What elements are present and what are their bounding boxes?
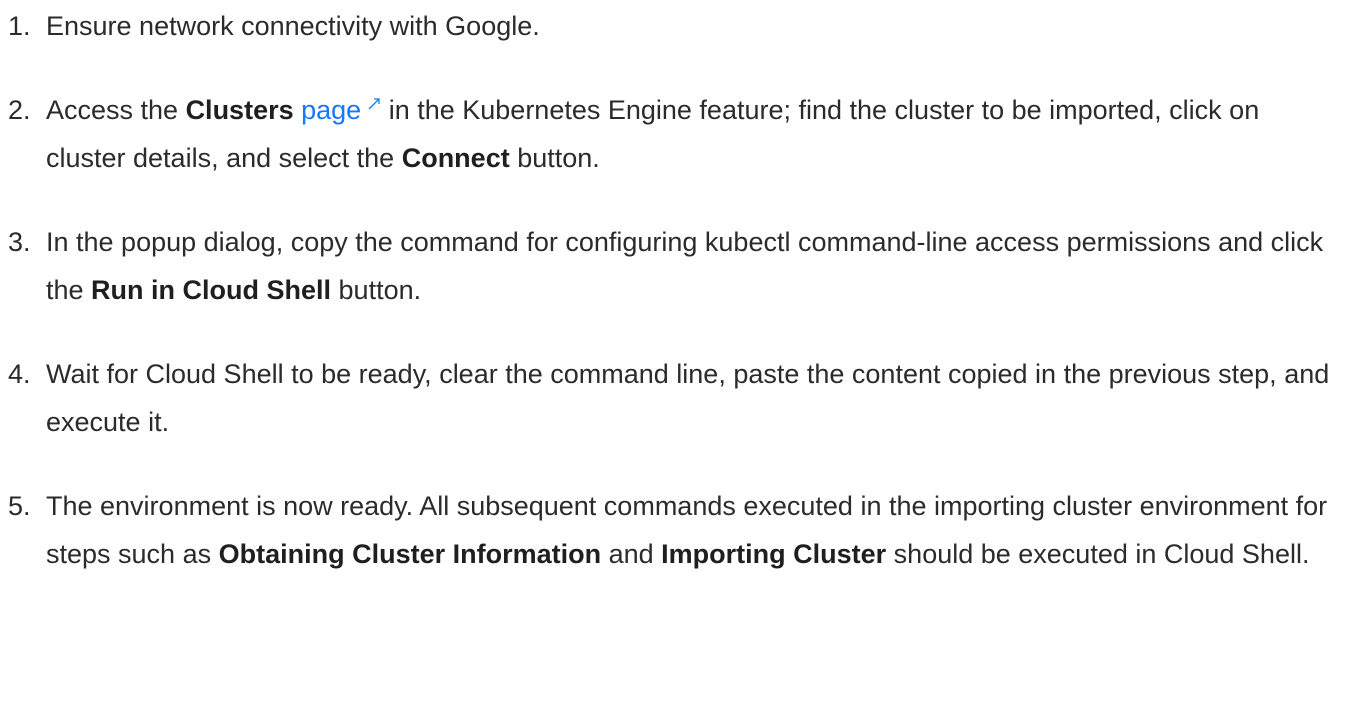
external-link-icon[interactable] (367, 97, 381, 111)
step-number: 3. (8, 227, 31, 257)
bold-importing-cluster: Importing Cluster (661, 539, 887, 569)
bold-connect: Connect (401, 143, 510, 173)
bold-clusters: Clusters (185, 95, 294, 125)
steps-list: 1. Ensure network connectivity with Goog… (0, 0, 1340, 614)
bold-obtaining-cluster-information: Obtaining Cluster Information (218, 539, 602, 569)
step-text: Wait for Cloud Shell to be ready, clear … (46, 359, 1330, 437)
link-text[interactable]: page (301, 95, 361, 125)
list-item-step-4: 4. Wait for Cloud Shell to be ready, cle… (0, 350, 1340, 446)
document: 1. Ensure network connectivity with Goog… (0, 0, 1348, 705)
step-text-end: should be executed in Cloud Shell. (886, 539, 1310, 569)
step-number: 4. (8, 359, 31, 389)
step-text-end: button. (331, 275, 422, 305)
list-item-step-3: 3. In the popup dialog, copy the command… (0, 218, 1340, 314)
step-text-end: button. (509, 143, 600, 173)
clusters-page-link[interactable]: page (301, 95, 381, 125)
bold-run-in-cloud-shell: Run in Cloud Shell (91, 275, 332, 305)
step-text-middle: and (601, 539, 662, 569)
list-item-step-1: 1. Ensure network connectivity with Goog… (0, 2, 1340, 50)
step-number: 2. (8, 95, 31, 125)
step-number: 5. (8, 491, 31, 521)
list-item-step-2: 2. Access the Clusters page in the Kuber… (0, 86, 1340, 182)
step-text: Ensure network connectivity with Google. (46, 11, 540, 41)
list-item-step-5: 5. The environment is now ready. All sub… (0, 482, 1340, 578)
step-text: Access the (46, 95, 186, 125)
step-number: 1. (8, 11, 31, 41)
